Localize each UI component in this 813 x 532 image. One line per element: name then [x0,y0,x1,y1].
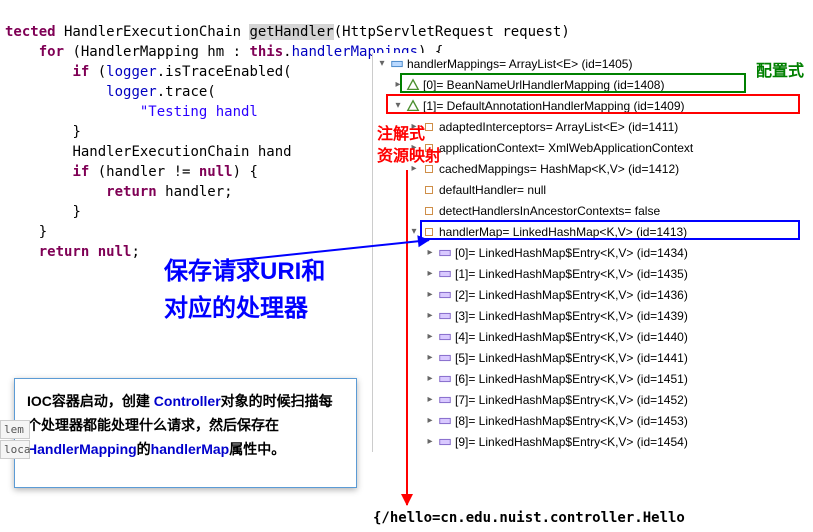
entry-icon [437,434,453,450]
annotation-blue-1: 保存请求URI和 [164,251,325,286]
tree-row-entry-9[interactable]: ▸[9]= LinkedHashMap$Entry<K,V> (id=1454) [373,431,813,452]
tooltip-box: IOC容器启动，创建 Controller对象的时候扫描每个处理器都能处理什么请… [14,378,357,488]
entry-icon [437,245,453,261]
highlight-box-red [386,94,800,114]
expander-icon[interactable]: ▸ [423,310,437,321]
tab-local[interactable]: loca [0,440,30,459]
tree-row-entry-2[interactable]: ▸[2]= LinkedHashMap$Entry<K,V> (id=1436) [373,284,813,305]
entry-icon [437,413,453,429]
highlight-box-green [400,73,746,93]
tab-problems[interactable]: lem [0,420,30,439]
tree-row-entry-8[interactable]: ▸[8]= LinkedHashMap$Entry<K,V> (id=1453) [373,410,813,431]
tree-row-defaultHandler[interactable]: defaultHandler= null [373,179,813,200]
entry-icon [437,392,453,408]
local-var-icon [389,56,405,72]
tree-row-entry-1[interactable]: ▸[1]= LinkedHashMap$Entry<K,V> (id=1435) [373,263,813,284]
expander-icon[interactable]: ▸ [423,415,437,426]
red-arrow-icon [406,170,408,505]
field-icon [421,203,437,219]
expander-icon[interactable]: ▸ [423,394,437,405]
tree-row-adaptedInterceptors[interactable]: ▸adaptedInterceptors= ArrayList<E> (id=1… [373,116,813,137]
annotation-blue-2: 对应的处理器 [164,288,308,323]
field-icon [421,182,437,198]
entry-icon [437,287,453,303]
expander-icon[interactable]: ▸ [423,436,437,447]
expander-icon[interactable]: ▸ [423,373,437,384]
expander-icon[interactable]: ▸ [423,247,437,258]
expander-icon[interactable]: ▸ [423,352,437,363]
expander-icon[interactable]: ▸ [423,331,437,342]
bottom-value-text: {/hello=cn.edu.nuist.controller.Hello [373,510,685,526]
tree-row-detectHandlers[interactable]: detectHandlersInAncestorContexts= false [373,200,813,221]
tree-row-entry-6[interactable]: ▸[6]= LinkedHashMap$Entry<K,V> (id=1451) [373,368,813,389]
entry-icon [437,266,453,282]
highlight-box-blue [420,220,800,240]
expander-icon[interactable]: ▸ [423,268,437,279]
entry-icon [437,308,453,324]
annotation-red-2: 资源映射 [377,142,441,166]
expander-icon[interactable]: ▾ [375,58,389,69]
expander-icon[interactable]: ▸ [423,289,437,300]
entry-icon [437,371,453,387]
entry-icon [437,350,453,366]
annotation-green: 配置式 [756,57,804,81]
tree-row-entry-4[interactable]: ▸[4]= LinkedHashMap$Entry<K,V> (id=1440) [373,326,813,347]
tree-row-entry-5[interactable]: ▸[5]= LinkedHashMap$Entry<K,V> (id=1441) [373,347,813,368]
left-tabs: lem loca [0,420,30,460]
tree-row-entry-7[interactable]: ▸[7]= LinkedHashMap$Entry<K,V> (id=1452) [373,389,813,410]
tree-row-handlerMappings[interactable]: ▾handlerMappings= ArrayList<E> (id=1405) [373,53,813,74]
tree-row-entry-3[interactable]: ▸[3]= LinkedHashMap$Entry<K,V> (id=1439) [373,305,813,326]
entry-icon [437,329,453,345]
tree-row-entry-0[interactable]: ▸[0]= LinkedHashMap$Entry<K,V> (id=1434) [373,242,813,263]
annotation-red-1: 注解式 [377,120,425,144]
